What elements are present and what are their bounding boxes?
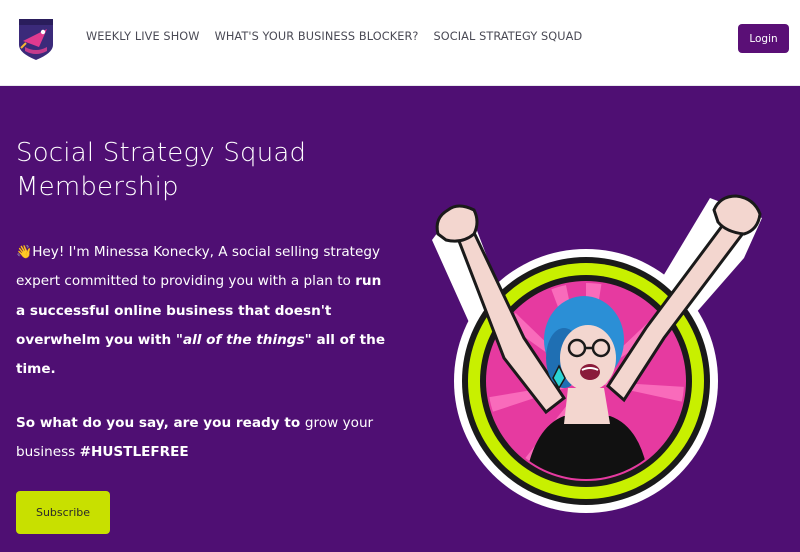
nav-social-strategy-squad[interactable]: SOCIAL STRATEGY SQUAD <box>433 30 582 43</box>
main-nav: WEEKLY LIVE SHOW WHAT'S YOUR BUSINESS BL… <box>86 30 582 43</box>
site-header: WEEKLY LIVE SHOW WHAT'S YOUR BUSINESS BL… <box>0 0 800 86</box>
intro-paragraph: 👋Hey! I'm Minessa Konecky, A social sell… <box>16 238 388 384</box>
page-title: Social Strategy Squad Membership <box>16 136 376 204</box>
login-button[interactable]: Login <box>738 24 789 53</box>
nav-weekly-live-show[interactable]: WEEKLY LIVE SHOW <box>86 30 200 43</box>
waving-hand-icon: 👋 <box>16 245 33 260</box>
intro-text: Hey! I'm Minessa Konecky, A social selli… <box>16 244 381 290</box>
hustlefree-tag: #HUSTLEFREE <box>79 444 189 461</box>
question-paragraph: So what do you say, are you ready to gro… <box>16 409 388 468</box>
rocket-shield-logo[interactable] <box>17 17 55 61</box>
question-bold-text: So what do you say, are you ready to <box>16 415 305 431</box>
hero-section: Social Strategy Squad Membership 👋Hey! I… <box>0 87 800 552</box>
title-line-1: Social Strategy Squad <box>16 138 307 168</box>
nav-business-blocker[interactable]: WHAT'S YOUR BUSINESS BLOCKER? <box>215 30 419 43</box>
hero-portrait-image <box>432 194 762 513</box>
intro-italic-text: "all of the things" <box>175 331 312 348</box>
title-line-2: Membership <box>16 172 179 202</box>
subscribe-button[interactable]: Subscribe <box>16 491 110 534</box>
